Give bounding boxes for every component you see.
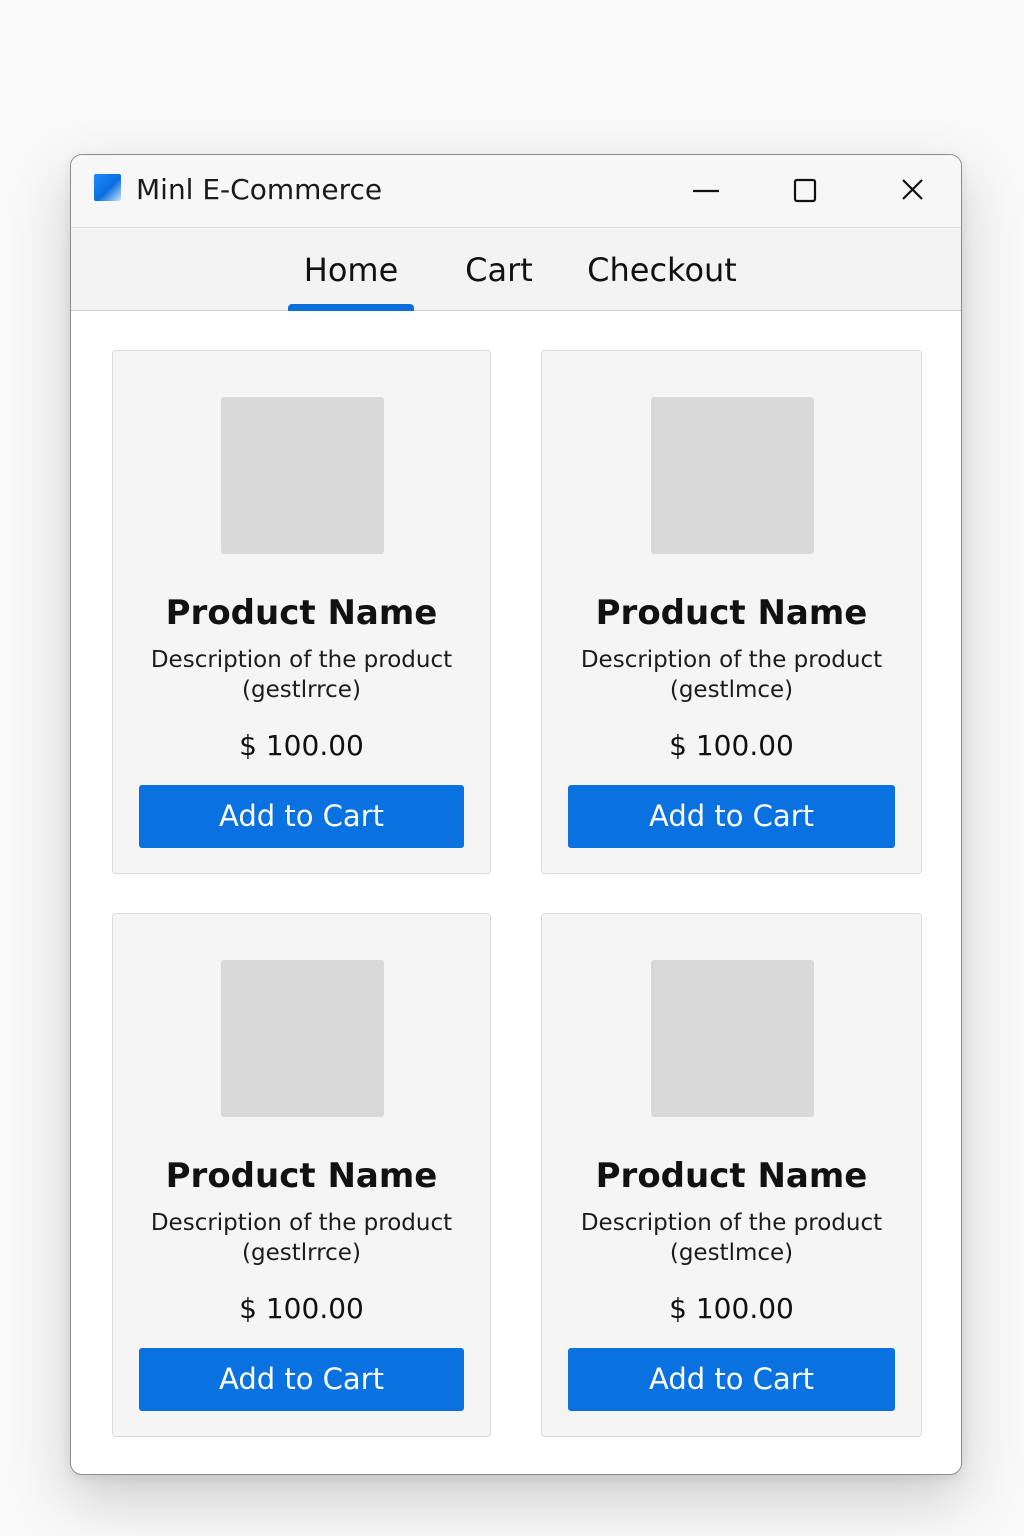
product-card: Product Name Description of the product … xyxy=(112,350,491,874)
product-description: Description of the product (gestlmce) xyxy=(580,647,883,703)
maximize-icon xyxy=(793,178,817,203)
product-card: Product Name Description of the product … xyxy=(541,350,922,874)
product-image-placeholder xyxy=(650,397,814,554)
product-price: $ 100.00 xyxy=(669,729,794,762)
product-description: Description of the product (gestlmce) xyxy=(580,1210,883,1266)
window-title: Minl E-Commerce xyxy=(136,173,383,206)
product-image-placeholder xyxy=(650,960,814,1117)
product-name: Product Name xyxy=(165,593,438,633)
minimize-button[interactable] xyxy=(686,171,726,211)
add-to-cart-button[interactable]: Add to Cart xyxy=(568,1348,895,1411)
add-to-cart-button[interactable]: Add to Cart xyxy=(139,785,464,848)
product-description: Description of the product (gestlrrce) xyxy=(150,1210,453,1266)
minimize-icon xyxy=(693,189,719,193)
tab-cart[interactable]: Cart xyxy=(453,250,545,290)
product-card: Product Name Description of the product … xyxy=(112,913,491,1437)
add-to-cart-button[interactable]: Add to Cart xyxy=(139,1348,464,1411)
product-name: Product Name xyxy=(595,1156,868,1196)
tab-home[interactable]: Home xyxy=(288,250,414,290)
product-name: Product Name xyxy=(595,593,868,633)
product-grid: Product Name Description of the product … xyxy=(71,312,961,1474)
close-button[interactable] xyxy=(893,171,933,211)
product-description: Description of the product (gestlrrce) xyxy=(150,647,453,703)
tab-checkout[interactable]: Checkout xyxy=(577,250,747,290)
product-price: $ 100.00 xyxy=(239,1292,364,1325)
product-image-placeholder xyxy=(220,397,384,554)
active-tab-indicator xyxy=(288,304,414,311)
title-bar: Minl E-Commerce xyxy=(71,155,961,228)
product-name: Product Name xyxy=(165,1156,438,1196)
product-image-placeholder xyxy=(220,960,384,1117)
close-icon xyxy=(902,179,923,200)
product-price: $ 100.00 xyxy=(239,729,364,762)
nav-bar: Home Cart Checkout xyxy=(71,228,961,311)
maximize-button[interactable] xyxy=(785,171,825,211)
app-window: Minl E-Commerce Home Cart Checkout Produ… xyxy=(70,154,962,1475)
add-to-cart-button[interactable]: Add to Cart xyxy=(568,785,895,848)
product-price: $ 100.00 xyxy=(669,1292,794,1325)
app-icon xyxy=(94,174,121,201)
product-card: Product Name Description of the product … xyxy=(541,913,922,1437)
